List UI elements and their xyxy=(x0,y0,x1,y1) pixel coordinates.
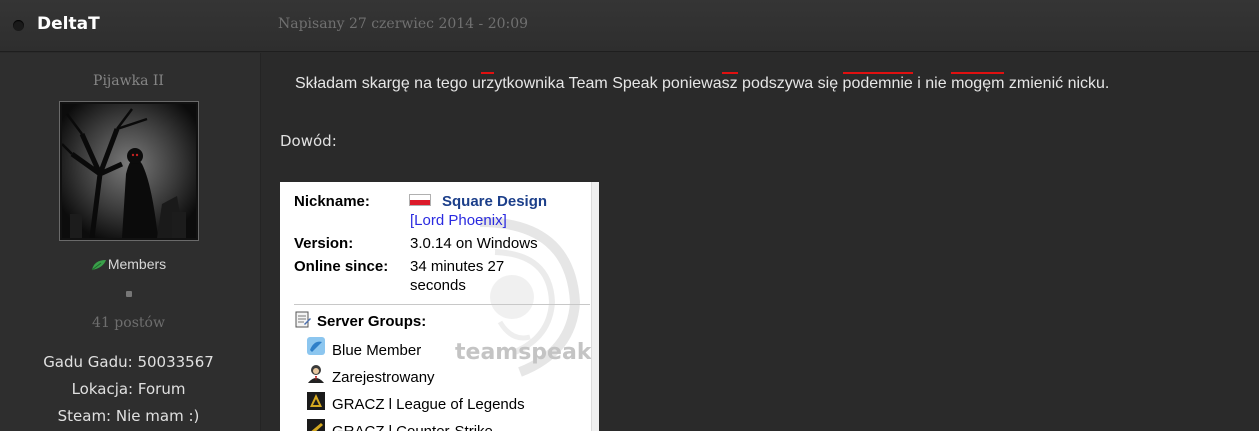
nickname-sub-value: [Lord Phoenix] xyxy=(410,212,507,229)
steam-field: Steam: Nie mam :) xyxy=(57,407,200,425)
proof-label: Dowód: xyxy=(280,132,337,150)
misspelled-word: podemnie xyxy=(842,75,913,92)
rank-title: Pijawka II xyxy=(93,73,164,89)
screenshot-scrollbar xyxy=(591,182,599,431)
blue-member-icon xyxy=(307,337,325,355)
post-date: Napisany 27 czerwiec 2014 - 20:09 xyxy=(278,16,529,32)
online-since-value: 34 minutes 27 xyxy=(410,258,505,275)
member-group: Members xyxy=(0,256,257,274)
text-part: Składam skargę na tego u xyxy=(295,75,481,92)
misspelled-word: sz xyxy=(721,75,738,92)
counter-strike-icon xyxy=(307,419,325,431)
poland-flag-icon xyxy=(409,194,431,206)
location-field: Lokacja: Forum xyxy=(71,380,186,398)
server-groups-label: Server Groups: xyxy=(317,313,427,330)
post-header: DeltaT Napisany 27 czerwiec 2014 - 20:09 xyxy=(0,0,1259,52)
version-label: Version: xyxy=(294,235,354,252)
league-of-legends-icon xyxy=(307,392,325,410)
offline-status-icon xyxy=(13,20,24,31)
version-value: 3.0.14 on Windows xyxy=(410,235,538,252)
post-count: 41 postów xyxy=(92,315,165,331)
separator-dot xyxy=(126,291,132,297)
avatar[interactable] xyxy=(59,101,199,241)
online-since-label: Online since: xyxy=(294,258,389,275)
text-part: podszywa się xyxy=(737,75,843,92)
misspelled-word: rz xyxy=(480,75,495,92)
server-group-item: Blue Member xyxy=(332,342,422,359)
server-group-item: GRACZ l League of Legends xyxy=(332,396,525,413)
server-group-item: Zarejestrowany xyxy=(332,369,435,386)
teamspeak-screenshot[interactable]: teamspeak3 Nickname: Square Design [Lord… xyxy=(280,182,599,431)
member-group-label: Members xyxy=(107,256,167,272)
server-groups-icon xyxy=(295,311,311,328)
leaf-icon xyxy=(91,258,107,274)
teamspeak-watermark-text: teamspeak3 xyxy=(455,340,599,365)
post-content: Składam skargę na tego urzytkownika Team… xyxy=(262,53,1259,431)
gadu-gadu-field: Gadu Gadu: 50033567 xyxy=(43,353,214,371)
text-part: ytkownika Team Speak poniewa xyxy=(494,75,722,92)
registered-user-icon xyxy=(308,365,324,383)
online-since-value-cont: seconds xyxy=(410,277,466,294)
post-body-text: Składam skargę na tego urzytkownika Team… xyxy=(295,75,1109,93)
nickname-label: Nickname: xyxy=(294,193,370,210)
author-sidebar: Pijawka II Members 41 postów Gadu Gadu: … xyxy=(0,53,261,431)
misspelled-word: mogęm xyxy=(951,75,1005,92)
author-name-link[interactable]: DeltaT xyxy=(37,14,100,34)
text-part: i nie xyxy=(912,75,952,92)
text-part: zmienić nicku. xyxy=(1004,75,1110,92)
avatar-image xyxy=(62,104,196,238)
server-group-item: GRACZ l Counter-Strike xyxy=(332,423,493,431)
info-divider xyxy=(294,304,590,305)
nickname-value: Square Design xyxy=(442,193,548,210)
